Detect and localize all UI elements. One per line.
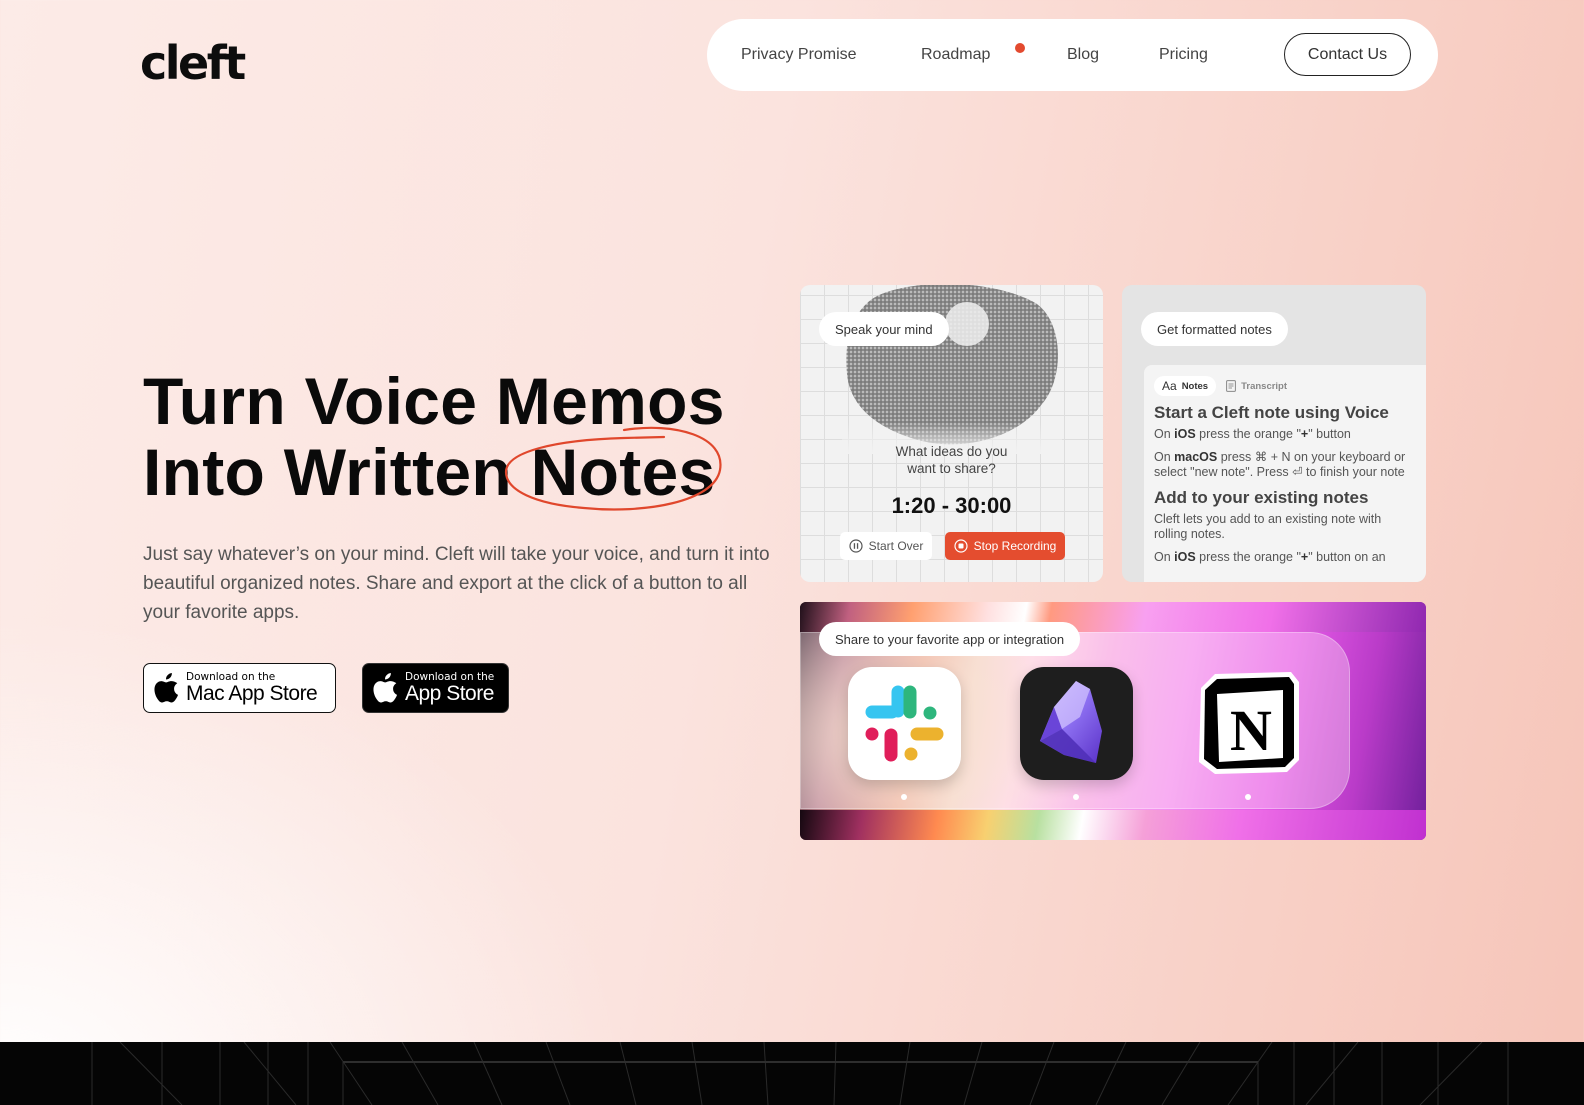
notes-preview-panel: Aa Notes Transcript Start a Cleft note u… (1144, 365, 1426, 582)
store-small-label: Download on the (186, 670, 276, 683)
tab-notes[interactable]: Aa Notes (1154, 376, 1217, 396)
notes-paragraph-3: Cleft lets you add to an existing note w… (1154, 512, 1382, 541)
nav-link-roadmap[interactable]: Roadmap (921, 46, 990, 64)
apple-logo-icon (154, 673, 179, 703)
recording-prompt: What ideas do you want to share? (800, 443, 1103, 477)
apple-logo-icon (373, 673, 398, 703)
notion-indicator-dot (1245, 794, 1251, 800)
voice-orb-visualization (842, 285, 1062, 454)
obsidian-logo-icon (1040, 681, 1102, 763)
notes-paragraph-2: On macOS press ⌘ + N on your keyboard or… (1154, 450, 1406, 479)
obsidian-app-icon[interactable] (1020, 667, 1133, 780)
tab-transcript[interactable]: Transcript (1226, 380, 1287, 392)
app-store-button[interactable]: Download on the App Store (362, 663, 509, 713)
notes-heading-2: Add to your existing notes (1154, 488, 1369, 507)
share-pill: Share to your favorite app or integratio… (819, 622, 1081, 656)
pause-icon (849, 539, 863, 553)
formatted-notes-card: Get formatted notes Aa Notes Transcript … (1122, 285, 1426, 582)
prompt-line-2: want to share? (907, 461, 996, 476)
mac-app-store-text: Download on the Mac App Store (186, 670, 318, 706)
slack-indicator-dot (901, 794, 907, 800)
notes-heading-1: Start a Cleft note using Voice (1154, 403, 1389, 422)
stop-recording-label: Stop Recording (973, 539, 1057, 553)
start-over-button[interactable]: Start Over (840, 532, 932, 560)
speak-your-mind-card: Speak your mind What ideas do you want t… (800, 285, 1103, 582)
hero-subtext: Just say whatever’s on your mind. Cleft … (143, 544, 770, 623)
share-integrations-card: Share to your favorite app or integratio… (800, 602, 1426, 840)
roadmap-notification-dot (1015, 43, 1025, 53)
notes-paragraph-1: On iOS press the orange "+" button (1154, 427, 1351, 441)
speak-your-mind-pill: Speak your mind (819, 312, 949, 346)
notion-logo-icon: N (1199, 672, 1299, 774)
recording-timer: 1:20 - 30:00 (891, 493, 1012, 518)
tab-transcript-label: Transcript (1241, 380, 1288, 392)
notes-tabs: Aa Notes Transcript (1154, 375, 1424, 397)
formatted-notes-pill: Get formatted notes (1141, 312, 1288, 346)
footer-line-pattern (91, 1041, 1509, 1105)
document-icon (1226, 380, 1236, 392)
store-big-label: App Store (405, 682, 494, 706)
text-format-icon: Aa (1162, 379, 1177, 393)
hand-drawn-circle-icon (504, 426, 722, 511)
contact-us-button[interactable]: Contact Us (1284, 33, 1411, 76)
slack-logo-icon (865, 685, 944, 762)
footer-band (0, 1041, 1584, 1105)
stop-recording-button[interactable]: Stop Recording (945, 532, 1065, 560)
prompt-line-1: What ideas do you (895, 444, 1008, 459)
decorative-gradient-stripe (800, 810, 1426, 840)
notion-app-icon[interactable]: N (1195, 670, 1301, 776)
slack-app-icon[interactable] (848, 667, 961, 780)
mac-app-store-button[interactable]: Download on the Mac App Store (143, 663, 336, 713)
svg-text:N: N (1230, 698, 1272, 763)
stop-icon (954, 539, 968, 553)
nav-link-pricing[interactable]: Pricing (1159, 46, 1208, 64)
tab-notes-label: Notes (1181, 380, 1209, 392)
top-nav: Privacy Promise Roadmap Blog Pricing Con… (707, 19, 1438, 91)
nav-link-blog[interactable]: Blog (1067, 46, 1099, 64)
notes-paragraph-4: On iOS press the orange "+" button on an (1154, 550, 1386, 564)
store-small-label: Download on the (405, 670, 495, 683)
obsidian-indicator-dot (1073, 794, 1079, 800)
nav-link-privacy-promise[interactable]: Privacy Promise (741, 46, 857, 64)
app-store-text: Download on the App Store (405, 672, 494, 705)
store-big-label: Mac App Store (186, 682, 318, 706)
start-over-label: Start Over (868, 539, 924, 553)
headline-line-2-prefix: Into Written (143, 435, 531, 509)
cleft-logo[interactable]: cleft (140, 36, 246, 90)
